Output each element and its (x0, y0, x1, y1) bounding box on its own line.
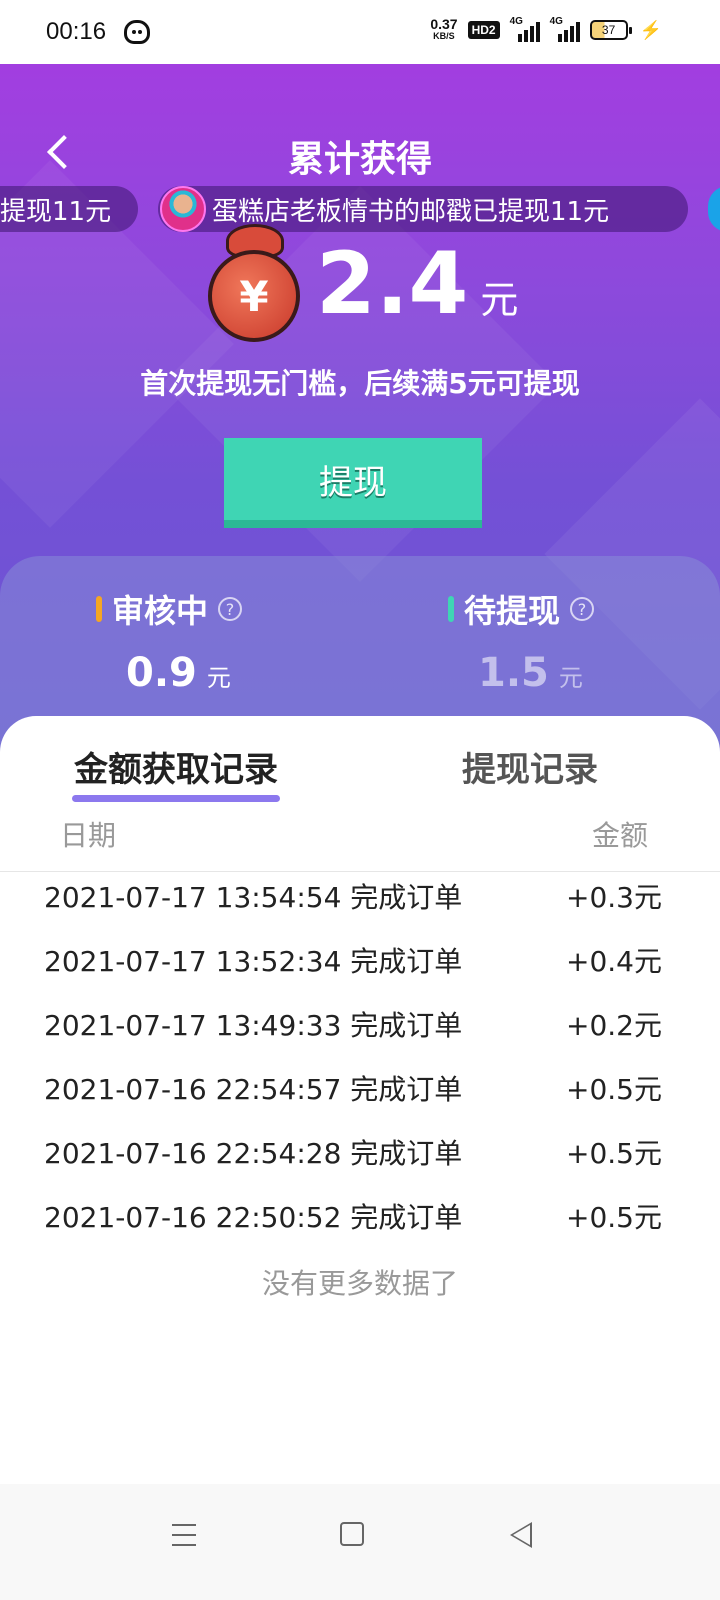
network-speed-unit: KB/S (433, 31, 455, 41)
charging-icon: ⚡ (639, 19, 662, 40)
pending-unit: 元 (558, 664, 583, 692)
column-date: 日期 (60, 819, 117, 852)
table-row: 2021-07-16 22:54:28 完成订单 +0.5元 (0, 1128, 720, 1192)
earnings-header: 累计获得 提现11元 蛋糕店老板情书的邮戳已提现11元 ¥ 2.4 元 首次提现… (0, 64, 720, 764)
table-row: 2021-07-16 22:54:57 完成订单 +0.5元 (0, 1064, 720, 1128)
notification-app-icon (124, 20, 150, 44)
table-row: 2021-07-17 13:54:54 完成订单 +0.3元 (0, 872, 720, 936)
no-more-data-label: 没有更多数据了 (261, 1267, 458, 1300)
page-title: 累计获得 (287, 139, 432, 180)
home-icon[interactable] (340, 1522, 364, 1546)
reviewing-value: 0.9 (126, 650, 197, 696)
tab-withdraw-records[interactable]: 提现记录 (462, 742, 598, 791)
ticker-item-next (708, 186, 720, 232)
records-tabs: 金额获取记录 提现记录 (0, 716, 720, 812)
total-amount: 2.4 元 (316, 234, 518, 334)
tab-earnings-records[interactable]: 金额获取记录 (74, 742, 278, 791)
money-bag-icon: ¥ (208, 224, 300, 342)
withdraw-hint: 首次提现无门槛，后续满5元可提现 (140, 367, 580, 400)
row-amount: +0.4元 (566, 945, 662, 978)
row-amount: +0.5元 (566, 1201, 662, 1234)
active-tab-indicator (72, 795, 280, 802)
help-icon[interactable]: ? (570, 597, 595, 621)
row-description: 2021-07-16 22:54:57 完成订单 (44, 1073, 463, 1106)
stat-reviewing: 审核中 ? 0.9 元 (96, 586, 356, 696)
signal-type-label-2: 4G (549, 16, 563, 27)
row-description: 2021-07-17 13:49:33 完成订单 (44, 1009, 463, 1042)
table-header: 日期 金额 (0, 812, 720, 872)
signal-icon-2: 4G (549, 16, 580, 42)
records-list: 2021-07-17 13:54:54 完成订单 +0.3元 2021-07-1… (0, 872, 720, 1256)
user-avatar (160, 186, 206, 232)
system-nav-bar (0, 1484, 720, 1600)
signal-icon: 4G (509, 16, 540, 42)
row-amount: +0.3元 (566, 881, 662, 914)
signal-type-label: 4G (509, 16, 523, 27)
battery-icon: 37 (589, 20, 632, 40)
table-row: 2021-07-17 13:52:34 完成订单 +0.4元 (0, 936, 720, 1000)
ticker-item-prev: 提现11元 (0, 186, 138, 232)
menu-icon[interactable] (172, 1524, 196, 1546)
network-speed-value: 0.37 (430, 16, 458, 32)
pending-label: 待提现 (464, 592, 561, 630)
records-panel: 金额获取记录 提现记录 日期 金额 2021-07-17 13:54:54 完成… (0, 716, 720, 1486)
status-bar: 00:16 0.37 KB/S HD2 4G 4G 37 ⚡ (0, 0, 720, 64)
row-description: 2021-07-16 22:54:28 完成订单 (44, 1137, 463, 1170)
row-description: 2021-07-17 13:52:34 完成订单 (44, 945, 463, 978)
table-row: 2021-07-16 22:50:52 完成订单 +0.5元 (0, 1192, 720, 1256)
total-amount-value: 2.4 (316, 234, 469, 334)
reviewing-unit: 元 (206, 664, 231, 692)
back-icon[interactable] (510, 1522, 532, 1548)
table-row: 2021-07-17 13:49:33 完成订单 +0.2元 (0, 1000, 720, 1064)
status-time: 00:16 (46, 18, 107, 45)
pending-accent-bar (448, 596, 454, 622)
network-speed: 0.37 KB/S (430, 16, 458, 42)
row-amount: +0.5元 (566, 1073, 662, 1106)
yuan-symbol: ¥ (208, 250, 300, 342)
help-icon[interactable]: ? (218, 597, 243, 621)
row-description: 2021-07-16 22:50:52 完成订单 (44, 1201, 463, 1234)
reviewing-accent-bar (96, 596, 102, 622)
row-amount: +0.2元 (566, 1009, 662, 1042)
hd-voice-icon: HD2 (467, 21, 500, 39)
withdraw-button[interactable]: 提现 (224, 438, 482, 528)
total-amount-unit: 元 (480, 278, 519, 322)
stat-pending: 待提现 ? 1.5 元 (448, 586, 708, 696)
pending-value: 1.5 (478, 650, 549, 696)
column-amount: 金额 (591, 819, 648, 852)
reviewing-label: 审核中 (112, 592, 209, 630)
status-indicators: 0.37 KB/S HD2 4G 4G 37 ⚡ (430, 16, 662, 42)
row-amount: +0.5元 (566, 1137, 662, 1170)
row-description: 2021-07-17 13:54:54 完成订单 (44, 881, 463, 914)
